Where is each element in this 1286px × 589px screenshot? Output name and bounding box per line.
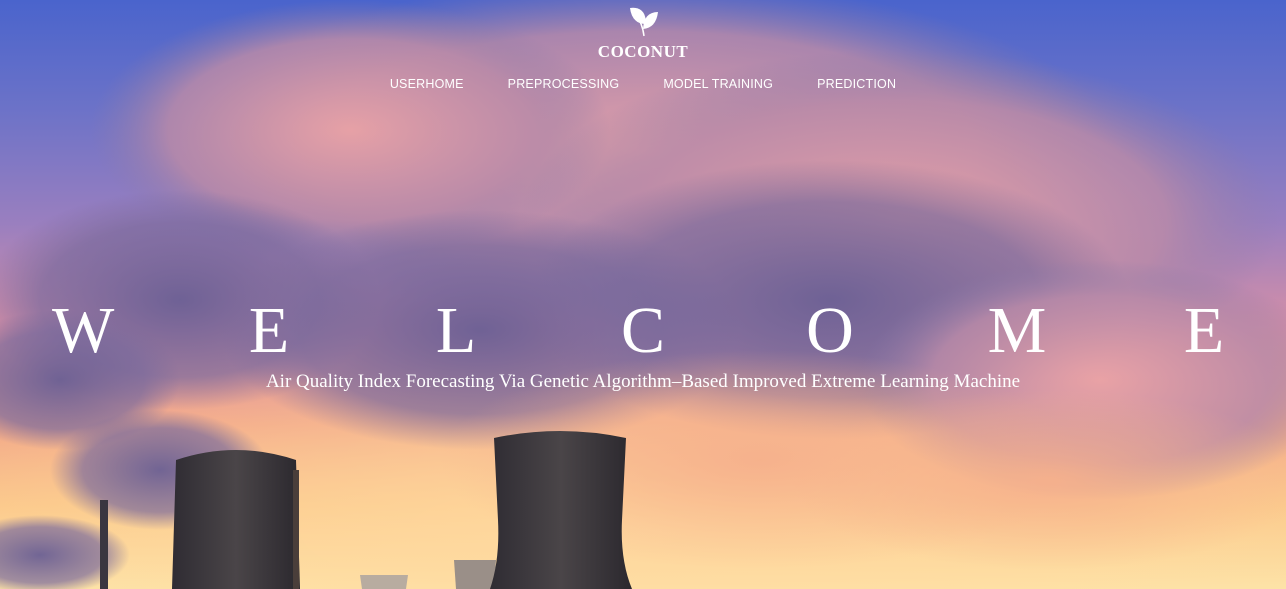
main-nav: USERHOME PREPROCESSING MODEL TRAINING PR… (0, 77, 1286, 91)
welcome-letter: E (248, 294, 290, 367)
cooling-tower-left (172, 450, 300, 589)
brand: COCONUT (0, 2, 1286, 62)
nav-item-preprocessing[interactable]: PREPROCESSING (486, 77, 642, 91)
leaf-icon[interactable] (624, 2, 662, 40)
welcome-letter: O (806, 294, 854, 367)
nav-item-model-training[interactable]: MODEL TRAINING (641, 77, 795, 91)
welcome-heading: W E L C O M E (0, 296, 1286, 366)
hero-subtitle: Air Quality Index Forecasting Via Geneti… (265, 371, 1021, 392)
cooling-tower-main (490, 431, 632, 589)
nav-item-userhome[interactable]: USERHOME (368, 77, 486, 91)
welcome-letter: M (987, 294, 1047, 367)
welcome-letter: E (1183, 294, 1225, 367)
welcome-letter: C (620, 294, 666, 367)
welcome-letter: L (435, 294, 477, 367)
welcome-letter: W (52, 294, 115, 367)
nav-item-prediction[interactable]: PREDICTION (795, 77, 918, 91)
chimney-stack (100, 500, 108, 589)
hero-background: COCONUT USERHOME PREPROCESSING MODEL TRA… (0, 0, 1286, 589)
brand-name[interactable]: COCONUT (0, 42, 1286, 62)
